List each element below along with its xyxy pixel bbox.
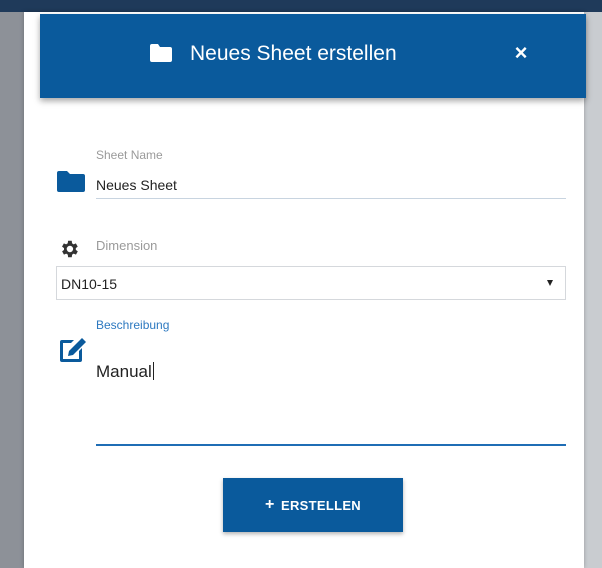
- folder-icon: [150, 44, 172, 62]
- dialog-title: Neues Sheet erstellen: [190, 42, 397, 65]
- sheet-name-input[interactable]: [96, 172, 566, 199]
- plus-icon: +: [265, 496, 275, 513]
- create-button-label: ERSTELLEN: [281, 498, 361, 513]
- dialog-header: Neues Sheet erstellen ×: [40, 14, 586, 98]
- text-caret: [152, 362, 154, 380]
- backdrop-right-edge: [584, 12, 602, 568]
- dimension-label: Dimension: [96, 238, 158, 253]
- description-text: Manual: [96, 362, 154, 381]
- description-textarea[interactable]: Manual: [96, 352, 566, 446]
- gear-icon: [62, 240, 78, 258]
- dimension-selected-value: DN10-15: [61, 276, 118, 292]
- create-sheet-dialog: Neues Sheet erstellen × Sheet Name Dimen…: [24, 12, 586, 568]
- chevron-down-icon: [547, 280, 553, 286]
- backdrop-top-bar: [0, 0, 602, 12]
- close-button[interactable]: ×: [510, 42, 532, 64]
- create-button[interactable]: + ERSTELLEN: [223, 478, 403, 532]
- sheet-name-label: Sheet Name: [96, 148, 163, 162]
- edit-icon: [60, 338, 86, 362]
- backdrop-left-edge: [0, 12, 24, 568]
- folder-icon: [57, 171, 85, 192]
- dimension-select[interactable]: DN10-15: [56, 266, 566, 300]
- description-label: Beschreibung: [96, 318, 170, 332]
